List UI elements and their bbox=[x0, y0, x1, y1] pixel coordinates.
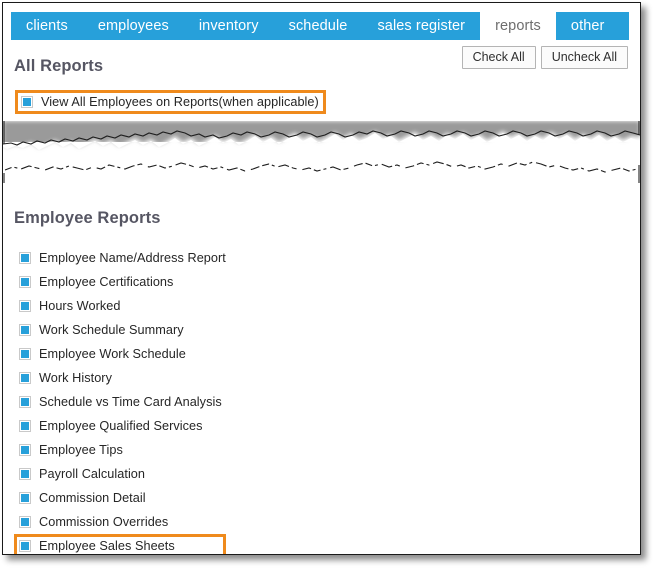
tab-reports[interactable]: reports bbox=[480, 12, 556, 40]
checkbox-icon[interactable] bbox=[19, 348, 31, 360]
checkbox-icon[interactable] bbox=[19, 420, 31, 432]
report-list-item[interactable]: Commission Detail bbox=[19, 486, 226, 510]
employee-reports-list: Employee Name/Address Report Employee Cer… bbox=[14, 246, 226, 554]
check-all-button[interactable]: Check All bbox=[461, 46, 536, 69]
bulk-action-buttons: Check All Uncheck All bbox=[461, 46, 628, 69]
tab-inventory[interactable]: inventory bbox=[184, 12, 274, 40]
report-list-item[interactable]: Employee Work Schedule bbox=[19, 342, 226, 366]
application-window: clients employees inventory schedule sales r… bbox=[2, 2, 641, 555]
report-list-item-label: Hours Worked bbox=[39, 299, 121, 313]
checkbox-icon[interactable] bbox=[19, 444, 31, 456]
employee-reports-heading: Employee Reports bbox=[14, 209, 161, 227]
report-list-item-label: Payroll Calculation bbox=[39, 467, 146, 481]
report-list-item-label: Work History bbox=[39, 371, 112, 385]
main-tab-bar: clients employees inventory schedule sales r… bbox=[11, 12, 629, 40]
report-list-item[interactable]: Employee Qualified Services bbox=[19, 414, 226, 438]
report-list-item[interactable]: Employee Tips bbox=[19, 438, 226, 462]
checkbox-icon[interactable] bbox=[19, 324, 31, 336]
checkbox-icon[interactable] bbox=[19, 252, 31, 264]
checkbox-icon[interactable] bbox=[19, 539, 31, 552]
report-list-item-label: Commission Overrides bbox=[39, 515, 169, 529]
checkbox-icon[interactable] bbox=[19, 468, 31, 480]
checkbox-icon[interactable] bbox=[19, 396, 31, 408]
report-list-item-label: Schedule vs Time Card Analysis bbox=[39, 395, 222, 409]
report-list-item-label: Employee Certifications bbox=[39, 275, 174, 289]
checkbox-icon[interactable] bbox=[19, 300, 31, 312]
report-list-item[interactable]: Work History bbox=[19, 366, 226, 390]
checkbox-icon[interactable] bbox=[19, 372, 31, 384]
report-list-item-label: Employee Tips bbox=[39, 443, 123, 457]
tab-sales-register[interactable]: sales register bbox=[362, 12, 480, 40]
checkbox-icon[interactable] bbox=[19, 276, 31, 288]
torn-edge-graphic bbox=[3, 121, 640, 183]
report-list-item-label: Work Schedule Summary bbox=[39, 323, 184, 337]
checkbox-icon[interactable] bbox=[19, 516, 31, 528]
checkbox-icon[interactable] bbox=[19, 492, 31, 504]
tab-clients[interactable]: clients bbox=[11, 12, 83, 40]
report-list-item[interactable]: Hours Worked bbox=[19, 294, 226, 318]
report-list-item-label: Employee Qualified Services bbox=[39, 419, 203, 433]
report-list-item[interactable]: Work Schedule Summary bbox=[19, 318, 226, 342]
view-all-employees-label: View All Employees on Reports(when appli… bbox=[41, 95, 319, 109]
view-all-employees-checkbox-row[interactable]: View All Employees on Reports(when appli… bbox=[15, 90, 326, 114]
report-list-item[interactable]: Employee Certifications bbox=[19, 270, 226, 294]
tab-schedule[interactable]: schedule bbox=[274, 12, 363, 40]
torn-paper-cutaway bbox=[3, 121, 640, 183]
report-list-item-label: Employee Sales Sheets bbox=[39, 538, 175, 553]
report-list-item-label: Employee Name/Address Report bbox=[39, 251, 226, 265]
uncheck-all-button[interactable]: Uncheck All bbox=[540, 46, 628, 69]
tab-other[interactable]: other bbox=[556, 12, 620, 40]
report-list-item[interactable]: Payroll Calculation bbox=[19, 462, 226, 486]
tab-employees[interactable]: employees bbox=[83, 12, 184, 40]
report-list-item[interactable]: Schedule vs Time Card Analysis bbox=[19, 390, 226, 414]
report-list-item[interactable]: Employee Name/Address Report bbox=[19, 246, 226, 270]
report-list-item[interactable]: Employee Sales Sheets bbox=[14, 534, 226, 554]
report-list-item-label: Commission Detail bbox=[39, 491, 146, 505]
all-reports-heading: All Reports bbox=[14, 57, 104, 75]
report-list-item[interactable]: Commission Overrides bbox=[19, 510, 226, 534]
report-list-item-label: Employee Work Schedule bbox=[39, 347, 186, 361]
checkbox-icon[interactable] bbox=[21, 96, 33, 108]
